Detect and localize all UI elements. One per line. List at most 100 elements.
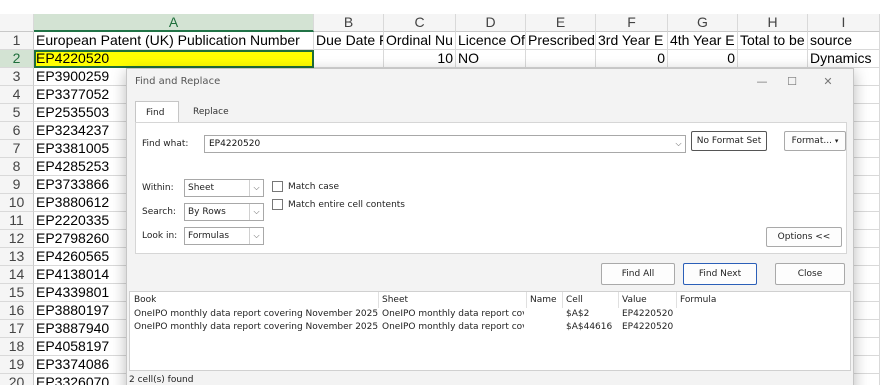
cell-e1[interactable]: Prescribed bbox=[526, 32, 596, 50]
chevron-down-icon: ⌵ bbox=[249, 180, 263, 196]
match-case-label[interactable]: Match case bbox=[288, 182, 339, 192]
result-row[interactable]: OneIPO monthly data report covering Nove… bbox=[130, 322, 850, 335]
within-value: Sheet bbox=[188, 183, 215, 193]
cell-d1[interactable]: Licence Of bbox=[456, 32, 526, 50]
row-number[interactable]: 16 bbox=[0, 302, 34, 320]
row-number[interactable]: 17 bbox=[0, 320, 34, 338]
cell-i2[interactable]: Dynamics bbox=[808, 50, 880, 68]
cell-e2[interactable] bbox=[526, 50, 596, 68]
row-number[interactable]: 18 bbox=[0, 338, 34, 356]
row-number[interactable]: 6 bbox=[0, 122, 34, 140]
cell-b2[interactable] bbox=[314, 50, 384, 68]
row-number[interactable]: 9 bbox=[0, 176, 34, 194]
cell-c2[interactable]: 10 bbox=[384, 50, 456, 68]
row-number[interactable]: 1 bbox=[0, 32, 34, 50]
cell-h2[interactable] bbox=[738, 50, 808, 68]
match-case-checkbox[interactable] bbox=[272, 181, 283, 192]
result-value: EP4220520 bbox=[622, 322, 674, 332]
column-header-i[interactable]: I bbox=[808, 14, 880, 32]
result-sheet: OneIPO monthly data report cove bbox=[382, 322, 524, 332]
cell-b1[interactable]: Due Date F bbox=[314, 32, 384, 50]
results-header-cell[interactable]: Cell bbox=[566, 295, 583, 305]
cell-d2[interactable]: NO bbox=[456, 50, 526, 68]
column-header-c[interactable]: C bbox=[384, 14, 456, 32]
within-label: Within: bbox=[142, 183, 174, 193]
tab-find[interactable]: Find bbox=[135, 101, 179, 123]
results-header-book[interactable]: Book bbox=[134, 295, 156, 305]
minimize-button[interactable]: — bbox=[747, 73, 777, 91]
match-entire-checkbox[interactable] bbox=[272, 199, 283, 210]
row-number[interactable]: 10 bbox=[0, 194, 34, 212]
cell-a2-active[interactable]: EP4220520 bbox=[34, 50, 314, 68]
cell-f1[interactable]: 3rd Year E bbox=[596, 32, 668, 50]
row-number[interactable]: 8 bbox=[0, 158, 34, 176]
format-button[interactable]: Format... ▾ bbox=[784, 131, 846, 151]
column-header-f[interactable]: F bbox=[596, 14, 668, 32]
cell-f2[interactable]: 0 bbox=[596, 50, 668, 68]
row-number[interactable]: 14 bbox=[0, 266, 34, 284]
column-header-row: A B C D E F G H I bbox=[0, 14, 880, 32]
chevron-down-icon: ⌵ bbox=[249, 204, 263, 220]
results-list[interactable]: Book Sheet Name Cell Value Formula OneIP… bbox=[129, 291, 851, 371]
close-icon[interactable]: ✕ bbox=[813, 73, 843, 91]
find-next-button[interactable]: Find Next bbox=[683, 263, 757, 285]
within-select[interactable]: Sheet ⌵ bbox=[184, 179, 264, 197]
chevron-down-icon[interactable]: ⌵ bbox=[672, 136, 685, 152]
result-cell: $A$2 bbox=[566, 309, 590, 319]
row-number[interactable]: 11 bbox=[0, 212, 34, 230]
row-number[interactable]: 4 bbox=[0, 86, 34, 104]
search-select[interactable]: By Rows ⌵ bbox=[184, 203, 264, 221]
row-number[interactable]: 7 bbox=[0, 140, 34, 158]
column-header-g[interactable]: G bbox=[668, 14, 738, 32]
options-button[interactable]: Options << bbox=[766, 227, 842, 247]
row-number[interactable]: 19 bbox=[0, 356, 34, 374]
no-format-set-button[interactable]: No Format Set bbox=[691, 131, 767, 151]
cell-c1[interactable]: Ordinal Nu bbox=[384, 32, 456, 50]
close-button[interactable]: Close bbox=[775, 263, 845, 285]
look-in-label: Look in: bbox=[142, 231, 178, 241]
results-header-value[interactable]: Value bbox=[622, 295, 647, 305]
dialog-title: Find and Replace bbox=[135, 76, 221, 87]
column-header-e[interactable]: E bbox=[526, 14, 596, 32]
dialog-titlebar[interactable]: Find and Replace — ☐ ✕ bbox=[127, 69, 853, 95]
find-what-input[interactable]: EP4220520 bbox=[204, 135, 686, 153]
column-header-b[interactable]: B bbox=[314, 14, 384, 32]
find-all-button[interactable]: Find All bbox=[601, 263, 675, 285]
column-divider bbox=[618, 292, 619, 308]
column-header-d[interactable]: D bbox=[456, 14, 526, 32]
look-in-value: Formulas bbox=[188, 231, 230, 241]
row-number[interactable]: 15 bbox=[0, 284, 34, 302]
result-book: OneIPO monthly data report covering Nove… bbox=[134, 322, 378, 332]
cell-a1[interactable]: European Patent (UK) Publication Number bbox=[34, 32, 314, 50]
row-number[interactable]: 5 bbox=[0, 104, 34, 122]
chevron-down-icon: ⌵ bbox=[249, 228, 263, 244]
find-replace-dialog: Find and Replace — ☐ ✕ Find Replace Find… bbox=[126, 68, 854, 385]
row-number[interactable]: 12 bbox=[0, 230, 34, 248]
row-number[interactable]: 2 bbox=[0, 50, 34, 68]
chevron-down-icon: ▾ bbox=[834, 137, 839, 145]
maximize-button[interactable]: ☐ bbox=[777, 73, 807, 91]
select-all-corner[interactable] bbox=[0, 14, 34, 32]
row-number[interactable]: 20 bbox=[0, 374, 34, 385]
match-entire-label[interactable]: Match entire cell contents bbox=[288, 200, 405, 210]
column-header-a[interactable]: A bbox=[34, 14, 314, 32]
row-number[interactable]: 13 bbox=[0, 248, 34, 266]
column-header-h[interactable]: H bbox=[738, 14, 808, 32]
column-divider bbox=[676, 292, 677, 308]
results-header-sheet[interactable]: Sheet bbox=[382, 295, 408, 305]
results-header-name[interactable]: Name bbox=[530, 295, 557, 305]
cell-g1[interactable]: 4th Year E bbox=[668, 32, 738, 50]
results-header-formula[interactable]: Formula bbox=[680, 295, 716, 305]
result-book: OneIPO monthly data report covering Nove… bbox=[134, 309, 378, 319]
result-sheet: OneIPO monthly data report cove bbox=[382, 309, 524, 319]
cell-i1[interactable]: source bbox=[808, 32, 880, 50]
row-number[interactable]: 3 bbox=[0, 68, 34, 86]
result-value: EP4220520 bbox=[622, 309, 674, 319]
look-in-select[interactable]: Formulas ⌵ bbox=[184, 227, 264, 245]
find-options-panel: Find what: EP4220520 ⌵ No Format Set For… bbox=[135, 122, 847, 254]
result-row[interactable]: OneIPO monthly data report covering Nove… bbox=[130, 309, 850, 322]
find-what-label: Find what: bbox=[142, 139, 189, 149]
cell-g2[interactable]: 0 bbox=[668, 50, 738, 68]
tab-replace[interactable]: Replace bbox=[183, 101, 233, 123]
cell-h1[interactable]: Total to be bbox=[738, 32, 808, 50]
